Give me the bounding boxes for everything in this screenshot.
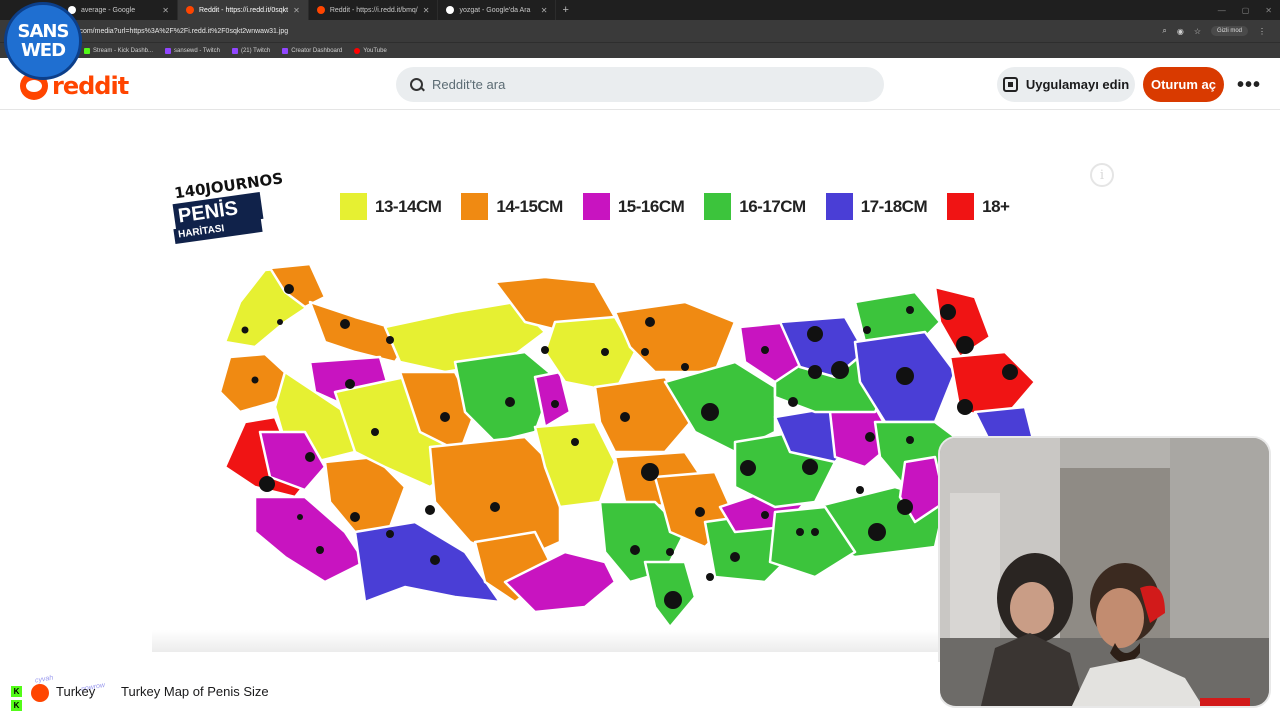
info-icon[interactable]: i <box>1090 163 1114 187</box>
legend-label: 14-15CM <box>496 196 563 216</box>
login-button[interactable]: Oturum aç <box>1143 67 1224 102</box>
bookmark-item[interactable]: Stream - Kick Dashb... <box>84 47 154 54</box>
address-bar-icons: ⌕ ◉ ☆ Gizli mod ⋮ <box>1162 26 1280 36</box>
map-legend: 13-14CM 14-15CM 15-16CM 16-17CM 17-18CM … <box>340 193 1029 220</box>
tab-label: average - Google <box>81 6 136 14</box>
zoom-icon[interactable]: ⌕ <box>1162 26 1166 36</box>
bookmark-item[interactable]: (21) Twitch <box>231 47 271 54</box>
browser-tab-bar: average - Google ✕ Reddit - https://i.re… <box>0 0 1280 20</box>
webcam-scene <box>940 438 1269 706</box>
bookmark-item[interactable]: YouTube <box>354 47 387 54</box>
legend-swatch <box>340 193 367 220</box>
eye-off-icon[interactable]: ◉ <box>1177 27 1184 36</box>
close-window-icon[interactable]: ✕ <box>1265 6 1272 15</box>
twitch-icon <box>282 47 289 54</box>
kick-icon: K <box>11 700 22 711</box>
more-options-icon[interactable]: ••• <box>1234 70 1264 100</box>
search-placeholder: Reddit'te ara <box>432 77 506 92</box>
brand-logo: 140JOURNOS PENİS HARİTASI <box>172 169 284 266</box>
legend-item: 13-14CM <box>340 193 442 220</box>
region-orange-ne <box>613 300 737 374</box>
bookmark-label: Stream - Kick Dashb... <box>93 47 154 54</box>
legend-swatch <box>461 193 489 220</box>
kick-icon: K <box>11 686 22 697</box>
legend-item: 16-17CM <box>704 193 806 220</box>
legend-item: 15-16CM <box>582 193 685 220</box>
browser-tab[interactable]: Reddit - https://i.redd.it/bmq/ ✕ <box>309 0 439 20</box>
menu-icon[interactable]: ⋮ <box>1258 27 1266 36</box>
close-icon[interactable]: ✕ <box>541 6 548 15</box>
bookmark-label: sansewd - Twitch <box>174 47 220 54</box>
reddit-header: reddit Reddit'te ara Uygulamayı edin Otu… <box>0 58 1280 110</box>
bookmark-item[interactable]: Creator Dashboard <box>282 47 343 54</box>
chat-overlay-text: cyvah <box>34 674 54 685</box>
incognito-badge[interactable]: Gizli mod <box>1210 26 1248 36</box>
address-bar: reddit.com/media?url=https%3A%2F%2Fi.red… <box>0 20 1280 42</box>
reddit-logo-text: reddit <box>52 72 129 100</box>
stream-logo-line1: SANS <box>17 21 70 42</box>
maximize-icon[interactable]: ▢ <box>1242 6 1250 15</box>
qr-code-icon <box>1002 77 1018 92</box>
bookmark-label: (21) Twitch <box>240 47 271 54</box>
turkey-map <box>218 262 1037 629</box>
tab-label: Reddit - https://i.redd.it/0sqkt <box>199 6 289 14</box>
twitch-icon <box>231 47 238 54</box>
google-icon <box>446 6 455 14</box>
window-controls: — ▢ ✕ <box>1218 0 1272 20</box>
stream-logo-line2: WED <box>20 40 66 61</box>
webcam-overlay <box>938 436 1271 708</box>
tab-label: yozgat - Google'da Ara <box>459 6 531 14</box>
legend-swatch <box>947 193 975 220</box>
legend-item: 14-15CM <box>461 193 563 220</box>
post-title[interactable]: Turkey Map of Penis Size <box>121 684 269 699</box>
close-icon[interactable]: ✕ <box>293 6 300 15</box>
kick-icon <box>84 47 90 54</box>
star-icon[interactable]: ☆ <box>1194 27 1201 36</box>
stream-logo: SANS WED <box>4 2 82 80</box>
bookmark-item[interactable]: sansewd - Twitch <box>165 47 220 54</box>
legend-item: 18+ <box>947 193 1010 220</box>
tab-label: Reddit - https://i.redd.it/bmq/ <box>329 6 418 14</box>
post-title-truncated: Turkey <box>56 684 96 699</box>
legend-label: 18+ <box>982 196 1010 216</box>
close-icon[interactable]: ✕ <box>423 6 430 15</box>
reddit-icon <box>316 6 325 14</box>
legend-item: 17-18CM <box>825 193 928 220</box>
legend-label: 13-14CM <box>375 196 442 216</box>
get-app-button[interactable]: Uygulamayı edin <box>997 67 1135 102</box>
reddit-icon <box>186 6 194 14</box>
browser-tab[interactable]: yozgat - Google'da Ara ✕ <box>438 0 557 20</box>
minimize-icon[interactable]: — <box>1218 6 1226 15</box>
bookmark-label: Creator Dashboard <box>291 47 343 54</box>
browser-tab-active[interactable]: Reddit - https://i.redd.it/0sqkt ✕ <box>178 0 309 20</box>
new-tab-button[interactable]: + <box>562 4 568 16</box>
url-field[interactable]: reddit.com/media?url=https%3A%2F%2Fi.red… <box>60 28 1162 35</box>
search-icon <box>410 77 424 92</box>
legend-swatch <box>825 193 853 220</box>
legend-label: 15-16CM <box>617 196 685 216</box>
post-footer: K K cyvah nowrow Turkey Turkey Map of Pe… <box>0 662 940 720</box>
legend-label: 17-18CM <box>860 196 928 216</box>
browser-tab[interactable]: average - Google ✕ <box>60 0 178 20</box>
twitch-icon <box>165 47 172 54</box>
reddit-avatar-icon <box>31 684 49 702</box>
search-input[interactable]: Reddit'te ara <box>396 67 884 102</box>
legend-label: 16-17CM <box>739 196 806 216</box>
youtube-icon <box>354 47 361 54</box>
get-app-label: Uygulamayı edin <box>1025 77 1130 92</box>
legend-swatch <box>704 193 732 220</box>
close-icon[interactable]: ✕ <box>162 6 169 15</box>
legend-swatch <box>582 193 610 220</box>
bookmark-label: YouTube <box>363 47 387 54</box>
bookmarks-bar: Stream - Kick Dashb... sansewd - Twitch … <box>0 42 1280 58</box>
